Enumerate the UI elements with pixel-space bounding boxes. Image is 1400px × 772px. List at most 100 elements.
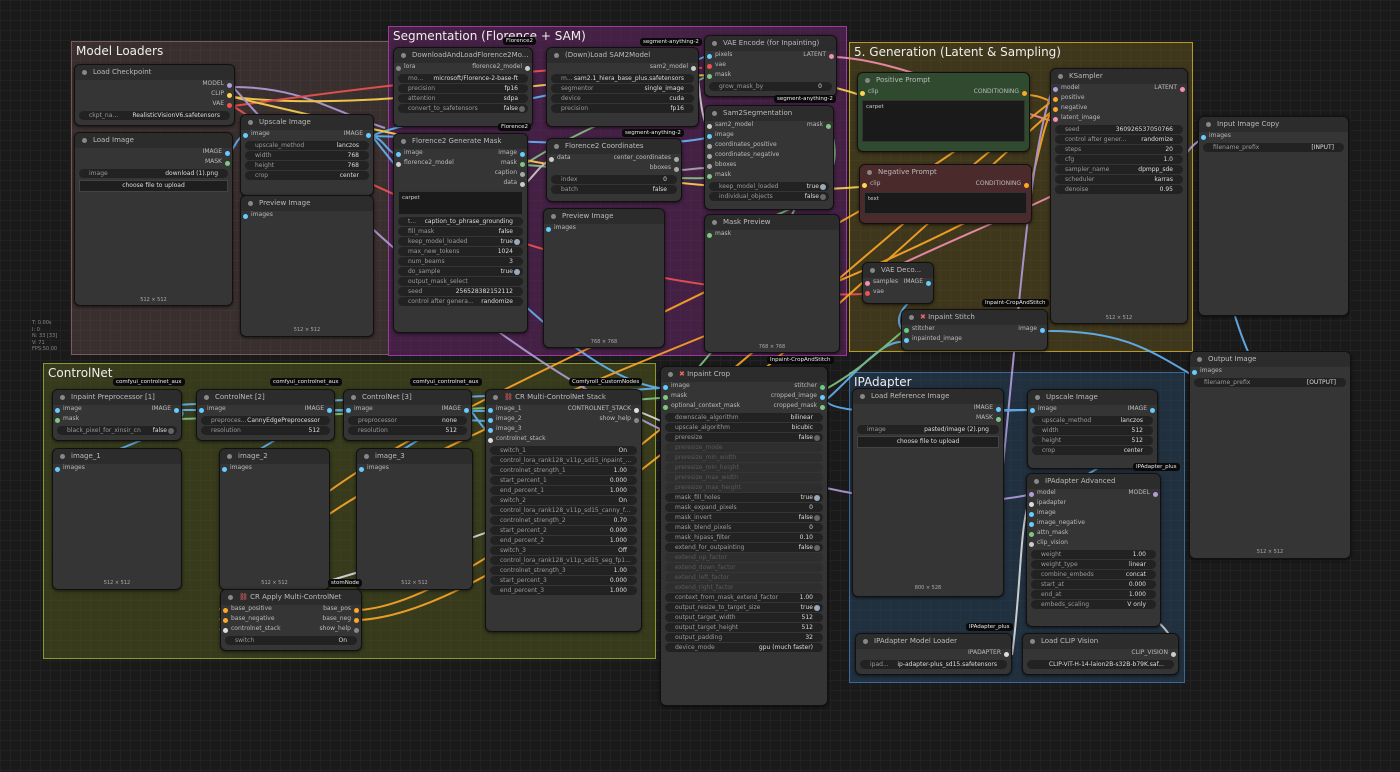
conditioning-dot[interactable] — [354, 607, 359, 613]
control-after-generate-combo[interactable]: control after genera... randomize — [398, 297, 523, 306]
widget-row[interactable]: switch_2 On — [490, 496, 637, 505]
widget-row[interactable]: embeds_scaling V only — [1031, 600, 1156, 609]
upscale-method-combo[interactable]: upscale_method lanczos — [1032, 416, 1153, 425]
input-mask[interactable]: mask — [705, 71, 836, 81]
output-image[interactable]: IMAGE — [75, 148, 232, 158]
keep-model-toggle[interactable]: keep_model_loaded true — [709, 182, 829, 191]
lora-dot[interactable] — [396, 65, 401, 71]
control-after-generate-combo[interactable]: control after gener... randomize — [1055, 135, 1183, 144]
input-attn-mask[interactable]: attn_mask — [1027, 529, 1160, 539]
ipadapter-advanced-node[interactable]: IPAdapter Advanced model MODEL ipadapter … — [1026, 473, 1161, 627]
ckpt-name-combo[interactable]: ckpt_na... RealisticVisionV6.safetensors — [79, 111, 230, 120]
output-image[interactable]: IMAGE — [853, 404, 1003, 414]
image-dot[interactable] — [520, 151, 525, 157]
convert-toggle[interactable]: convert_to_safetensors false — [398, 104, 528, 113]
output-data[interactable]: data — [394, 179, 527, 189]
image-dot[interactable] — [225, 150, 230, 156]
output-image-node[interactable]: Output Image images filename_prefix [OUTP… — [1189, 351, 1351, 559]
stitcher-dot[interactable] — [820, 384, 825, 390]
input-mask[interactable]: mask — [705, 230, 839, 240]
image-dot[interactable] — [346, 407, 351, 413]
help-dot[interactable] — [354, 627, 359, 633]
denoise-field[interactable]: denoise 0.95 — [1055, 185, 1183, 194]
widget-row[interactable]: end_percent_1 1.000 — [490, 486, 637, 495]
mask-dot[interactable] — [996, 416, 1001, 422]
latent-dot[interactable] — [1180, 86, 1185, 92]
data-dot[interactable] — [520, 181, 525, 187]
latent-dot[interactable] — [829, 53, 834, 59]
inpaint-preprocessor-node[interactable]: Inpaint Preprocessor [1] image IMAGE mask… — [52, 389, 182, 441]
output-mask[interactable]: MASK — [853, 414, 1003, 424]
output-clip-vision[interactable]: CLIP_VISION — [1023, 649, 1178, 659]
image-3-preview-node[interactable]: image_3 images 512 × 512 — [356, 448, 473, 590]
widget-row[interactable]: weight_type linear — [1031, 560, 1156, 569]
caption-dot[interactable] — [520, 171, 525, 177]
mask-dot[interactable] — [820, 404, 825, 410]
widget-row[interactable]: controlnet_strength_3 1.00 — [490, 566, 637, 575]
fill-mask-toggle[interactable]: fill_mask false — [398, 227, 523, 236]
output-model[interactable]: MODEL — [75, 80, 234, 90]
height-field[interactable]: height 512 — [1032, 436, 1153, 445]
widget-row[interactable]: preresize_mode — [665, 443, 823, 452]
widget-row[interactable]: extend_down_factor — [665, 563, 823, 572]
widget-row[interactable]: end_at 1.000 — [1031, 590, 1156, 599]
model-dot[interactable] — [1029, 491, 1034, 497]
widget-row[interactable]: preresize false — [665, 433, 823, 442]
widget-row[interactable]: switch_3 Off — [490, 546, 637, 555]
input-image[interactable]: image stitcher — [661, 382, 827, 392]
crop-combo[interactable]: crop center — [1032, 446, 1153, 455]
input-images[interactable]: images — [53, 464, 181, 474]
widget-row[interactable]: extend_for_outpainting false — [665, 543, 823, 552]
input-coordinates-negative[interactable]: coordinates_negative — [705, 151, 833, 161]
input-image-negative[interactable]: image_negative — [1027, 519, 1160, 529]
input-stitcher[interactable]: stitcher image — [902, 325, 1047, 335]
input-vae[interactable]: vae — [863, 288, 933, 298]
image-dot[interactable] — [488, 427, 493, 433]
mask-preview-node[interactable]: Mask Preview mask 768 × 768 — [704, 214, 840, 353]
upscale-image-node[interactable]: Upscale Image image IMAGE upscale_method l… — [240, 114, 374, 196]
input-ipadapter[interactable]: ipadapter — [1027, 499, 1160, 509]
widget-row[interactable]: extend_right_factor — [665, 583, 823, 592]
widget-row[interactable]: control_lora_rank128_v11p_sd15_inpaint_.… — [490, 456, 637, 465]
controlnet-3-node[interactable]: ControlNet [3] image IMAGE preprocessor no… — [343, 389, 472, 441]
widget-row[interactable]: preresize_max_height — [665, 483, 823, 492]
index-field[interactable]: index 0 — [551, 175, 677, 184]
input-clip[interactable]: clip CONDITIONING — [858, 88, 1029, 98]
filename-prefix-field[interactable]: filename_prefix [INPUT] — [1203, 143, 1344, 152]
input-bboxes[interactable]: bboxes — [705, 161, 833, 171]
input-samples[interactable]: samples IMAGE — [863, 278, 933, 288]
input-image[interactable]: image IMAGE — [53, 405, 181, 415]
choose-file-button[interactable]: choose file to upload — [857, 436, 999, 448]
seed-field[interactable]: seed 256528382152112 — [398, 287, 523, 296]
stitcher-dot[interactable] — [904, 327, 909, 333]
preprocessor-combo[interactable]: preproces... CannyEdgePreprocessor — [201, 416, 330, 425]
input-florence-model[interactable]: florence2_model mask — [394, 159, 527, 169]
input-image[interactable]: image IMAGE — [1028, 405, 1157, 415]
ipadapter-model-loader-node[interactable]: IPAdapter Model Loader IPADAPTER ipad...… — [855, 633, 1012, 675]
widget-row[interactable]: control_lora_rank128_v11p_sd15_canny_f..… — [490, 506, 637, 515]
widget-row[interactable]: mask_hipass_filter 0.10 — [665, 533, 823, 542]
choose-file-button[interactable]: choose file to upload — [79, 180, 228, 192]
image-dot[interactable] — [1040, 327, 1045, 333]
keep-model-toggle[interactable]: keep_model_loaded true — [398, 237, 523, 246]
image-dot[interactable] — [1029, 521, 1034, 527]
resolution-field[interactable]: resolution 512 — [201, 426, 330, 435]
bbox-dot[interactable] — [707, 163, 712, 169]
clip-dot[interactable] — [862, 182, 867, 188]
input-positive[interactable]: positive — [1051, 94, 1187, 104]
output-sam2-model[interactable]: sam2_model — [547, 63, 698, 73]
input-images[interactable]: images — [241, 211, 373, 221]
load-reference-image-node[interactable]: Load Reference Image IMAGE MASK image pas… — [852, 388, 1004, 597]
image-dot[interactable] — [1150, 407, 1155, 413]
image-dot[interactable] — [926, 280, 931, 286]
input-controlnet-stack[interactable]: controlnet_stack — [486, 435, 641, 445]
image-dot[interactable] — [996, 406, 1001, 412]
vae-dot[interactable] — [865, 290, 870, 296]
model-combo[interactable]: m... sam2.1_hiera_base_plus.safetensors — [551, 74, 694, 83]
image-dot[interactable] — [546, 226, 551, 232]
inpaint-stitch-node[interactable]: ✖ Inpaint Stitch stitcher image inpainted… — [901, 309, 1048, 351]
prompt-textarea[interactable]: carpet — [862, 100, 1025, 142]
input-images[interactable]: images — [357, 464, 472, 474]
widget-row[interactable]: controlnet_strength_2 0.70 — [490, 516, 637, 525]
input-image[interactable]: image IMAGE — [344, 405, 471, 415]
